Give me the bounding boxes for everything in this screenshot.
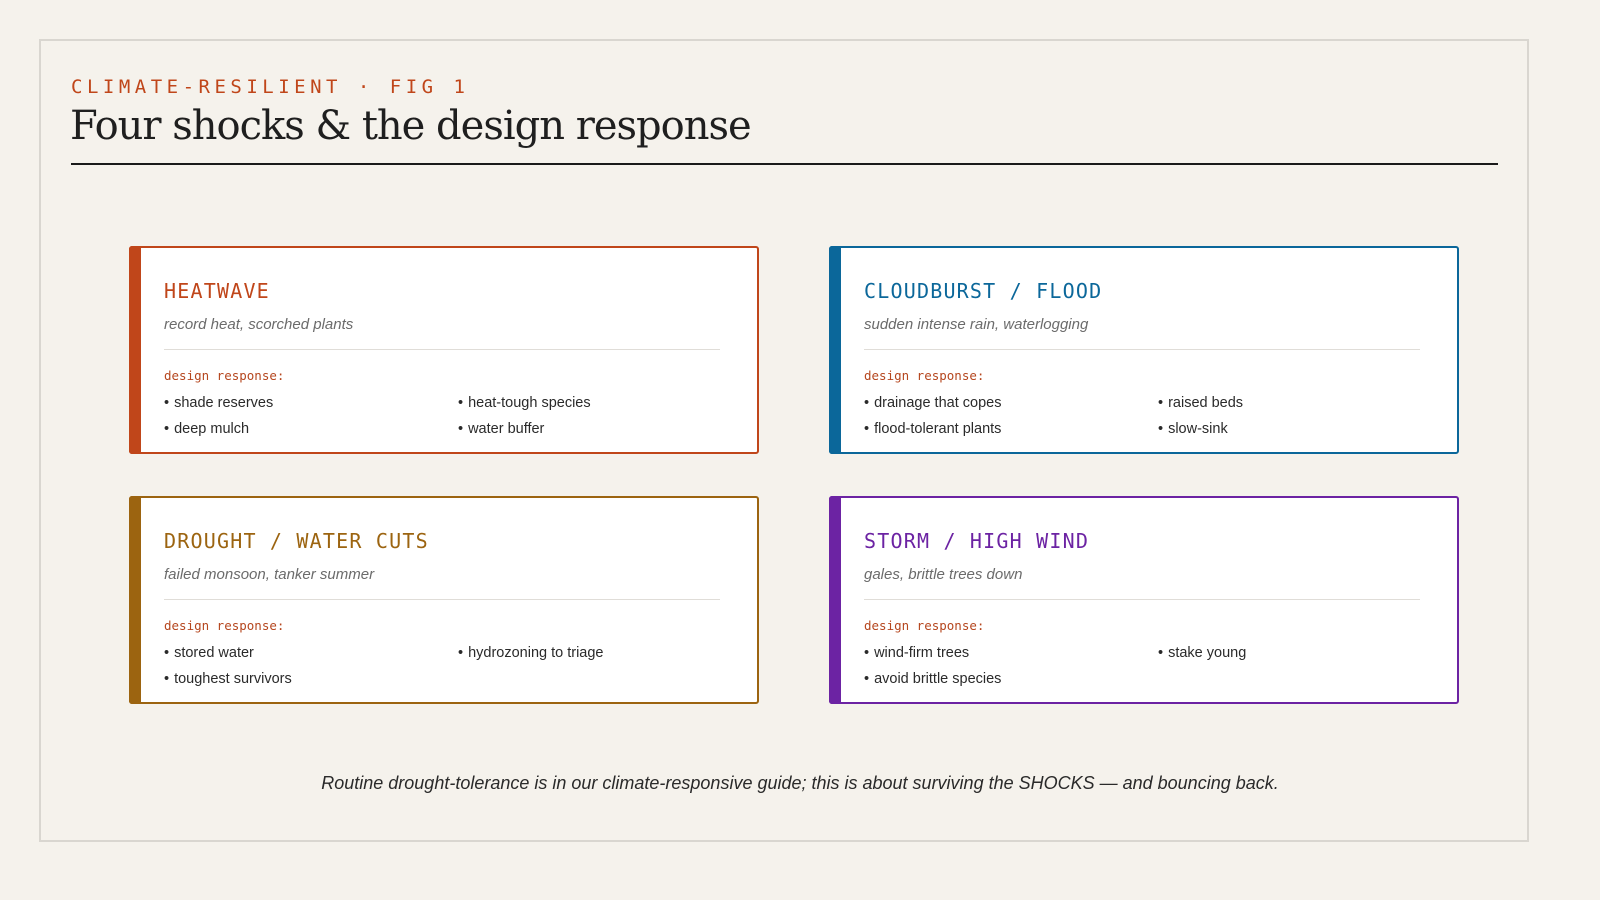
card-title: STORM / HIGH WIND: [864, 529, 1090, 553]
card-title: HEATWAVE: [164, 279, 270, 303]
design-response-label: design response:: [864, 368, 985, 383]
response-item: • water buffer: [458, 421, 545, 437]
card-accent-bar: [129, 246, 141, 454]
design-response-label: design response:: [864, 618, 985, 633]
shock-card-heatwave: HEATWAVE record heat, scorched plants de…: [129, 246, 759, 454]
response-item: • avoid brittle species: [864, 671, 1002, 687]
card-divider: [164, 349, 720, 350]
card-subtitle: gales, brittle trees down: [864, 566, 1023, 583]
card-divider: [164, 599, 720, 600]
response-item: • wind-firm trees: [864, 645, 970, 661]
design-response-label: design response:: [164, 618, 285, 633]
response-item: • drainage that copes: [864, 395, 1002, 411]
footer-note: Routine drought-tolerance is in our clim…: [321, 773, 1279, 793]
card-accent-bar: [829, 496, 841, 704]
figure-kicker: CLIMATE-RESILIENT · FIG 1: [71, 76, 470, 98]
response-item: • toughest survivors: [164, 671, 292, 687]
card-subtitle: sudden intense rain, waterlogging: [864, 316, 1089, 333]
shock-card-drought-water-cuts: DROUGHT / WATER CUTS failed monsoon, tan…: [129, 496, 759, 704]
card-divider: [864, 599, 1420, 600]
title-rule: [71, 163, 1498, 165]
page-title: Four shocks & the design response: [70, 103, 752, 149]
card-subtitle: failed monsoon, tanker summer: [164, 566, 375, 583]
card-accent-bar: [129, 496, 141, 704]
response-item: • deep mulch: [164, 421, 250, 437]
card-accent-bar: [829, 246, 841, 454]
response-item: • hydrozoning to triage: [458, 645, 604, 661]
response-item: • stake young: [1158, 645, 1247, 661]
design-response-label: design response:: [164, 368, 285, 383]
card-divider: [864, 349, 1420, 350]
response-item: • raised beds: [1158, 395, 1244, 411]
card-title: CLOUDBURST / FLOOD: [864, 279, 1103, 303]
card-title: DROUGHT / WATER CUTS: [164, 529, 429, 553]
shock-card-storm-high-wind: STORM / HIGH WIND gales, brittle trees d…: [829, 496, 1459, 704]
response-item: • heat-tough species: [458, 395, 591, 411]
response-item: • stored water: [164, 645, 254, 661]
response-item: • shade reserves: [164, 395, 274, 411]
shock-card-cloudburst-flood: CLOUDBURST / FLOOD sudden intense rain, …: [829, 246, 1459, 454]
response-item: • flood-tolerant plants: [864, 421, 1002, 437]
response-item: • slow-sink: [1158, 421, 1228, 437]
card-subtitle: record heat, scorched plants: [164, 316, 354, 333]
